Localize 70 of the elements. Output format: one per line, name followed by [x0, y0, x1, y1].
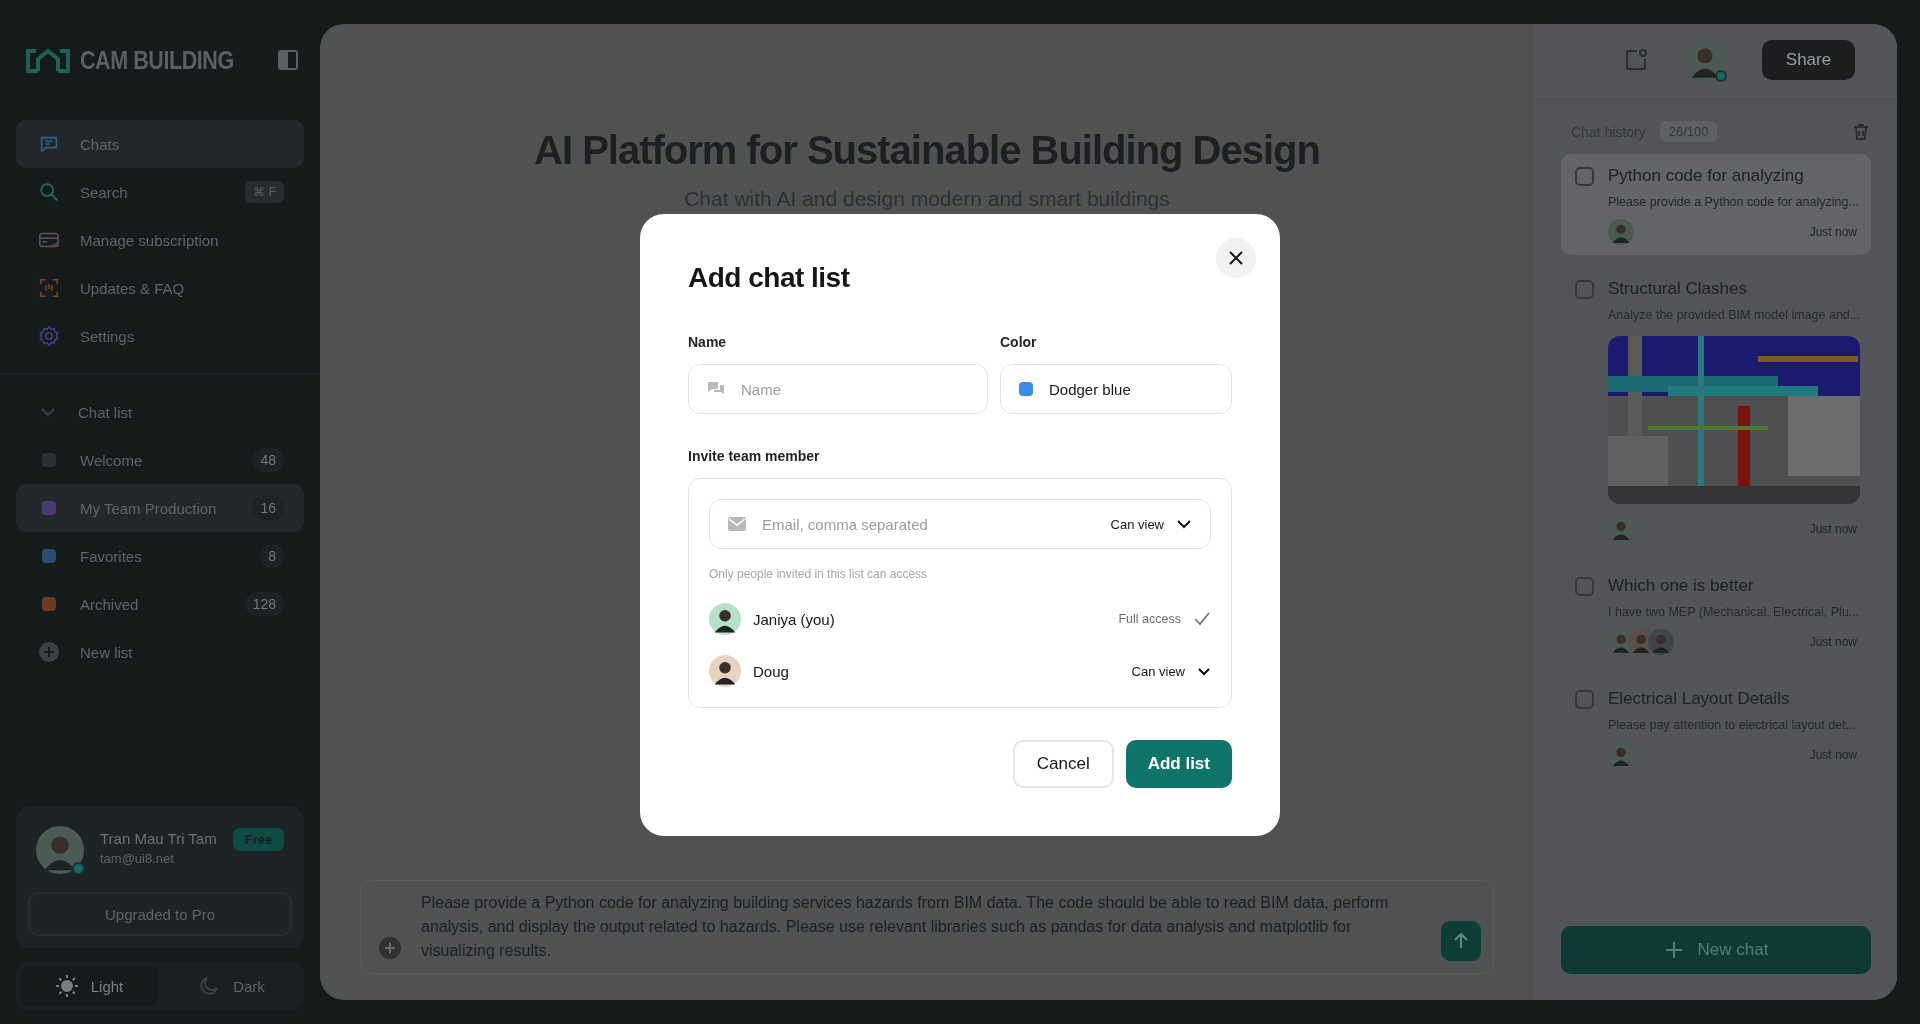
trash-icon[interactable]	[1851, 121, 1871, 142]
member-name: Janiya (you)	[753, 610, 836, 628]
nav-item[interactable]: Manage subscription	[16, 216, 304, 264]
add-icon[interactable]	[379, 937, 401, 959]
chat-list-item[interactable]: Archived 128	[16, 580, 304, 628]
permission-dropdown[interactable]: Can view	[1110, 516, 1192, 532]
avatar	[709, 603, 741, 635]
sun-icon	[54, 974, 79, 998]
avatar	[36, 826, 84, 874]
notification-icon[interactable]	[1624, 48, 1648, 72]
theme-option[interactable]: Dark	[162, 966, 300, 1006]
color-select[interactable]: Dodger blue	[1000, 364, 1232, 414]
count-badge: 128	[244, 592, 284, 616]
chat-list-toggle[interactable]: Chat list	[16, 388, 304, 436]
nav-item[interactable]: Settings	[16, 312, 304, 360]
checkbox[interactable]	[1575, 280, 1594, 299]
count-badge: 48	[252, 448, 284, 472]
name-field[interactable]: Name	[688, 364, 988, 414]
user-name: Tran Mau Tri Tam	[100, 830, 217, 847]
chat-list-item[interactable]: My Team Production 16	[16, 484, 304, 532]
avatar	[1684, 39, 1726, 81]
share-button[interactable]: Share	[1762, 40, 1855, 80]
count-badge: 8	[260, 544, 284, 568]
member-name: Doug	[753, 662, 790, 680]
scan-icon	[38, 277, 60, 299]
dialog-title: Add chat list	[688, 262, 851, 294]
upgrade-button[interactable]: Upgraded to Pro	[28, 892, 292, 936]
logo-icon	[24, 47, 72, 73]
check-icon	[1193, 610, 1211, 628]
chat-list-item[interactable]: Welcome 48	[16, 436, 304, 484]
nav-item[interactable]: Chats	[16, 120, 304, 168]
cancel-button[interactable]: Cancel	[1012, 740, 1114, 788]
user-email: tam@ui8.net	[100, 851, 175, 866]
avatar	[1608, 742, 1634, 768]
hint-text: Only people invited in this list can access	[709, 567, 929, 581]
close-icon	[1228, 250, 1244, 266]
field-label: Color	[1000, 334, 1038, 350]
count-badge: 16	[252, 496, 284, 520]
access-label: Full access	[1118, 612, 1181, 626]
sidebar-toggle-icon[interactable]	[278, 50, 298, 70]
plus-icon	[1663, 940, 1684, 960]
avatar	[1608, 219, 1634, 245]
mail-icon	[728, 517, 746, 531]
chat-preview: Please provide a Python code for analyzing...	[1608, 195, 1857, 209]
search-icon	[38, 181, 60, 203]
timestamp: Just now	[1809, 225, 1857, 239]
field-label: Name	[688, 334, 728, 350]
checkbox[interactable]	[1575, 690, 1594, 709]
prompt-field[interactable]	[360, 880, 1494, 974]
plus-icon	[38, 641, 60, 663]
avatar	[1648, 629, 1674, 655]
email-field[interactable]: Email, comma separated Can view	[709, 499, 1211, 549]
avatar	[1608, 516, 1634, 542]
new-list-button[interactable]: New list	[16, 628, 304, 676]
field-label: Invite team member	[688, 448, 821, 464]
theme-option[interactable]: Light	[20, 966, 158, 1006]
add-list-button[interactable]: Add list	[1125, 740, 1232, 788]
chat-list-item[interactable]: Favorites 8	[16, 532, 304, 580]
settings-icon	[38, 325, 60, 347]
chat-history-item[interactable]: Python code for analyzing Please provide a Python code for analyzing... Just now	[1561, 154, 1871, 255]
checkbox[interactable]	[1575, 577, 1594, 596]
permission-dropdown[interactable]: Can view	[1131, 663, 1211, 679]
brand-name: CAM BUILDING	[80, 45, 235, 75]
close-button[interactable]	[1216, 238, 1256, 278]
checkbox[interactable]	[1575, 167, 1594, 186]
chat-title: Python code for analyzing	[1608, 166, 1805, 186]
avatar	[709, 655, 741, 687]
send-button[interactable]	[1441, 921, 1481, 961]
new-chat-button[interactable]: New chat	[1561, 926, 1871, 974]
nav-item[interactable]: Updates & FAQ	[16, 264, 304, 312]
